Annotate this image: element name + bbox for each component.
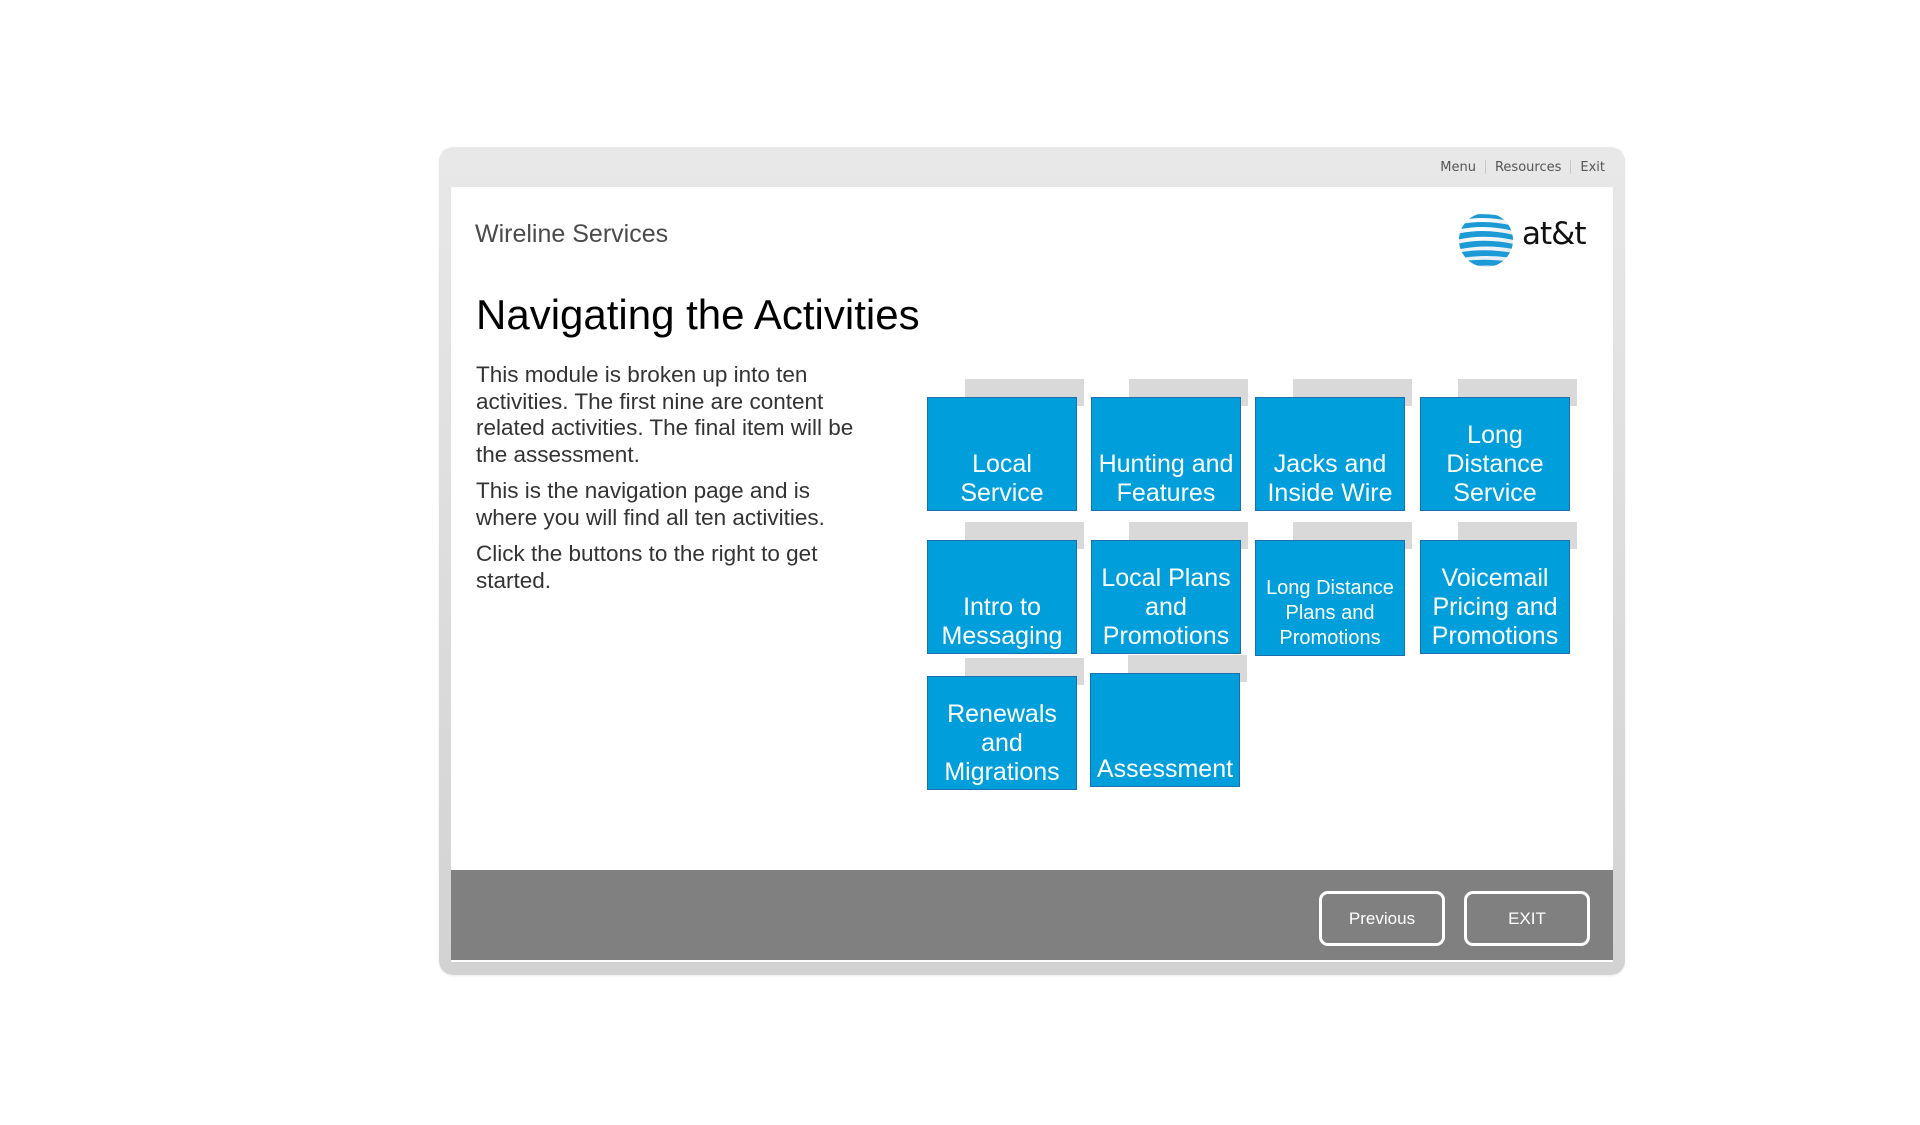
tile-label: Renewals and Migrations (944, 700, 1060, 786)
exit-button[interactable]: EXIT (1464, 891, 1590, 946)
att-logo: at&t (1456, 212, 1586, 268)
activity-tile-wrapper: Renewals and Migrations (927, 658, 1084, 790)
activity-jacks-inside-wire-button[interactable]: Jacks and Inside Wire (1255, 397, 1405, 511)
tile-label: Intro to Messaging (941, 593, 1063, 650)
course-title: Wireline Services (475, 220, 669, 248)
activity-tile-wrapper: Intro to Messaging (927, 522, 1084, 654)
activity-tile-wrapper: Assessment (1090, 655, 1247, 787)
activity-local-service-button[interactable]: Local Service (927, 397, 1077, 511)
tile-label: Jacks and Inside Wire (1267, 450, 1393, 507)
activity-assessment-button[interactable]: Assessment (1090, 673, 1240, 787)
tile-label: Assessment (1096, 755, 1234, 783)
activity-tile-wrapper: Long Distance Plans and Promotions (1255, 522, 1412, 656)
top-nav: Menu Resources Exit (1440, 157, 1605, 177)
activity-intro-messaging-button[interactable]: Intro to Messaging (927, 540, 1077, 654)
course-player-frame: Menu Resources Exit Wireline Services at… (439, 147, 1625, 975)
intro-text: This module is broken up into ten activi… (476, 362, 876, 604)
exit-link[interactable]: Exit (1580, 160, 1605, 175)
content-area: Wireline Services at&t Navigating the Ac… (451, 187, 1613, 962)
activity-tile-wrapper: Hunting and Features (1091, 379, 1248, 511)
footer-bar: Previous EXIT (451, 870, 1613, 960)
tile-label: Voicemail Pricing and Promotions (1431, 564, 1559, 650)
page-title: Navigating the Activities (476, 291, 920, 338)
att-globe-icon (1459, 213, 1513, 267)
intro-paragraph: This is the navigation page and is where… (476, 478, 825, 530)
tile-label: Local Service (960, 450, 1044, 507)
menu-link[interactable]: Menu (1440, 160, 1476, 175)
nav-divider (1570, 160, 1572, 174)
att-logo-text: at&t (1522, 216, 1586, 252)
activity-tile-wrapper: Long Distance Service (1420, 379, 1577, 511)
tile-label: Long Distance Service (1446, 421, 1544, 507)
nav-divider (1484, 160, 1486, 174)
tile-label: Hunting and Features (1098, 450, 1234, 507)
resources-link[interactable]: Resources (1495, 160, 1561, 175)
activity-long-distance-plans-promotions-button[interactable]: Long Distance Plans and Promotions (1255, 540, 1405, 656)
intro-paragraph: This module is broken up into ten activi… (476, 362, 854, 467)
activity-tile-wrapper: Local Service (927, 379, 1084, 511)
activity-local-plans-promotions-button[interactable]: Local Plans and Promotions (1091, 540, 1241, 654)
activity-tile-wrapper: Jacks and Inside Wire (1255, 379, 1412, 511)
activity-renewals-migrations-button[interactable]: Renewals and Migrations (927, 676, 1077, 790)
activity-tile-wrapper: Local Plans and Promotions (1091, 522, 1248, 654)
previous-button[interactable]: Previous (1319, 891, 1445, 946)
activity-hunting-features-button[interactable]: Hunting and Features (1091, 397, 1241, 511)
activity-long-distance-service-button[interactable]: Long Distance Service (1420, 397, 1570, 511)
activity-tile-wrapper: Voicemail Pricing and Promotions (1420, 522, 1577, 654)
tile-label: Long Distance Plans and Promotions (1266, 577, 1394, 649)
tile-label: Local Plans and Promotions (1101, 564, 1231, 650)
activity-voicemail-pricing-promotions-button[interactable]: Voicemail Pricing and Promotions (1420, 540, 1570, 654)
intro-paragraph: Click the buttons to the right to get st… (476, 541, 818, 593)
